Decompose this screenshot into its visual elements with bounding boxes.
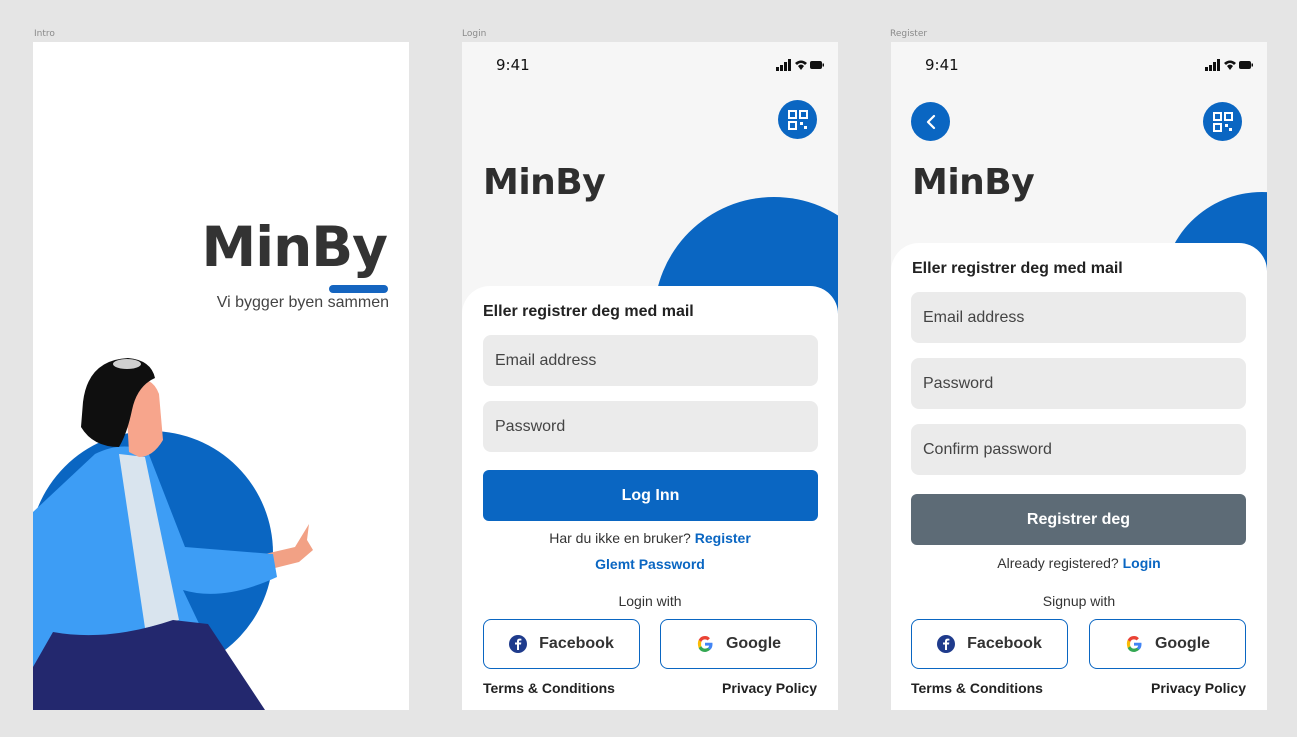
password-placeholder: Password [923, 374, 994, 392]
facebook-icon [937, 635, 956, 653]
register-screen: 9:41 MinBy Eller registrer deg med mail [891, 42, 1267, 710]
google-icon [1126, 636, 1142, 652]
status-icons [1205, 59, 1253, 71]
confirm-password-input[interactable]: Confirm password [911, 424, 1246, 475]
password-input[interactable]: Password [483, 401, 818, 452]
login-app-title: MinBy [483, 162, 606, 203]
intro-tagline: Vi bygger byen sammen [216, 294, 389, 311]
forgot-password-row: Glemt Password [462, 556, 838, 572]
google-icon [697, 636, 713, 652]
intro-app-title: MinBy [201, 215, 388, 279]
wifi-icon [1224, 60, 1236, 70]
battery-icon [810, 61, 824, 69]
frame-label-register: Register [890, 29, 928, 39]
register-prompt: Har du ikke en bruker? Register [462, 530, 838, 546]
qr-code-icon [787, 109, 808, 130]
confirm-password-placeholder: Confirm password [923, 440, 1052, 458]
register-link[interactable]: Register [695, 530, 751, 546]
intro-screen: MinBy Vi bygger byen sammen [33, 42, 409, 710]
intro-accent-bar [329, 285, 388, 293]
forgot-password-link[interactable]: Glemt Password [595, 556, 705, 572]
password-placeholder: Password [495, 417, 566, 435]
privacy-link[interactable]: Privacy Policy [722, 680, 817, 696]
login-link[interactable]: Login [1123, 555, 1161, 571]
frame-label-intro: Intro [34, 29, 55, 39]
status-icons [776, 59, 824, 71]
signal-icon [1205, 59, 1220, 71]
terms-link[interactable]: Terms & Conditions [483, 680, 615, 696]
login-card: Eller registrer deg med mail Email addre… [462, 286, 838, 710]
email-input[interactable]: Email address [483, 335, 818, 386]
status-time: 9:41 [925, 56, 959, 74]
register-card: Eller registrer deg med mail Email addre… [891, 243, 1267, 710]
email-placeholder: Email address [495, 351, 597, 369]
facebook-signup-button[interactable]: Facebook [911, 619, 1068, 669]
status-time: 9:41 [496, 56, 530, 74]
no-account-text: Har du ikke en bruker? [549, 530, 691, 546]
terms-link[interactable]: Terms & Conditions [911, 680, 1043, 696]
person-illustration [33, 358, 313, 710]
facebook-icon [509, 635, 528, 653]
signup-with-label: Signup with [1042, 593, 1116, 609]
already-registered-text: Already registered? [997, 555, 1119, 571]
email-input[interactable]: Email address [911, 292, 1246, 343]
privacy-link[interactable]: Privacy Policy [1151, 680, 1246, 696]
register-button[interactable]: Registrer deg [911, 494, 1246, 545]
qr-code-icon [1212, 111, 1233, 132]
battery-icon [1239, 61, 1253, 69]
login-screen: 9:41 MinBy Eller registrer deg med mail … [462, 42, 838, 710]
email-placeholder: Email address [923, 308, 1025, 326]
login-button[interactable]: Log Inn [483, 470, 818, 521]
password-input[interactable]: Password [911, 358, 1246, 409]
login-with-label: Login with [618, 593, 682, 609]
facebook-label: Facebook [539, 635, 614, 652]
login-heading: Eller registrer deg med mail [483, 303, 694, 320]
back-button[interactable] [911, 102, 950, 141]
wifi-icon [795, 60, 807, 70]
login-prompt: Already registered? Login [891, 555, 1267, 571]
qr-scan-button[interactable] [778, 100, 817, 139]
google-login-button[interactable]: Google [660, 619, 817, 669]
register-app-title: MinBy [912, 162, 1035, 203]
register-heading: Eller registrer deg med mail [912, 260, 1123, 277]
facebook-label: Facebook [967, 635, 1042, 652]
google-label: Google [725, 635, 782, 652]
google-label: Google [1154, 635, 1211, 652]
facebook-login-button[interactable]: Facebook [483, 619, 640, 669]
back-arrow-icon [926, 114, 935, 129]
frame-label-login: Login [462, 29, 487, 39]
signal-icon [776, 59, 791, 71]
google-signup-button[interactable]: Google [1089, 619, 1246, 669]
qr-scan-button[interactable] [1203, 102, 1242, 141]
